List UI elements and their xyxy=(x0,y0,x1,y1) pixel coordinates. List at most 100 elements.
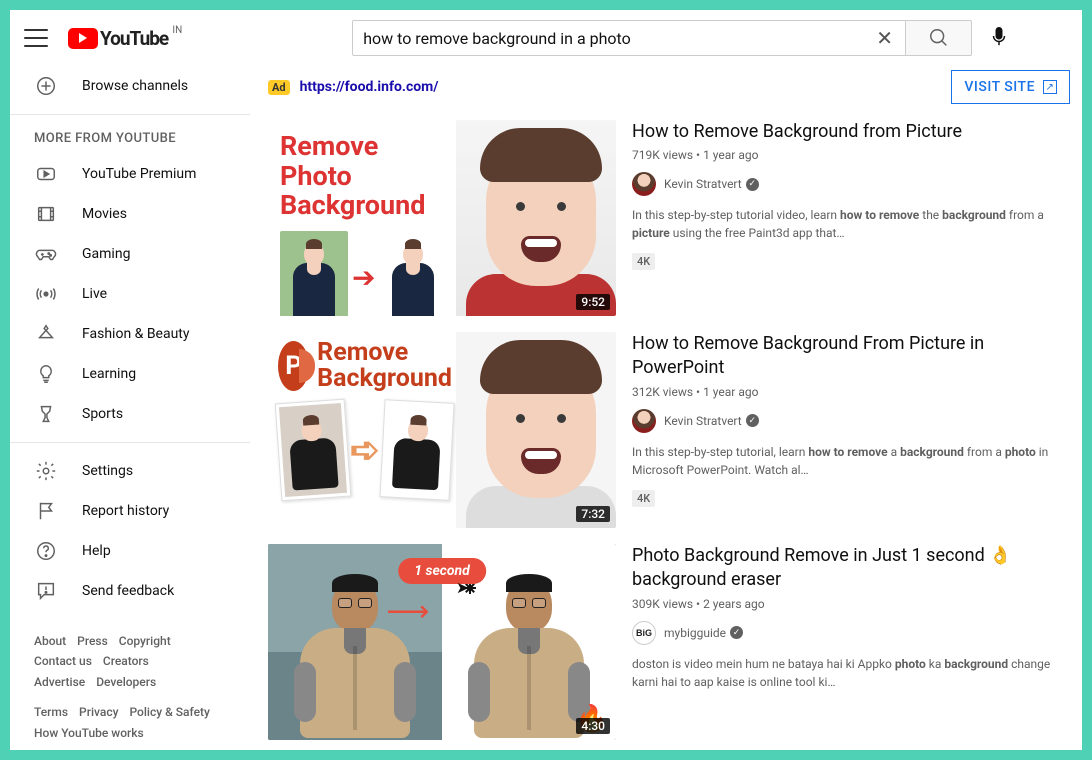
sidebar-item-label: Settings xyxy=(82,463,133,479)
sidebar-item-label: Help xyxy=(82,543,111,559)
channel-name: mybigguide xyxy=(664,626,726,640)
sidebar-browse-channels[interactable]: Browse channels xyxy=(10,66,250,106)
channel-name: Kevin Stratvert xyxy=(664,177,742,191)
thumb-text: Background xyxy=(280,189,426,221)
quality-badge: 4K xyxy=(632,490,655,507)
sidebar-item-label: Learning xyxy=(82,366,136,382)
sidebar-gaming[interactable]: Gaming xyxy=(10,234,250,274)
sidebar-send-feedback[interactable]: Send feedback xyxy=(10,571,250,611)
sidebar-item-label: Fashion & Beauty xyxy=(82,326,190,342)
video-meta: 719K views • 1 year ago xyxy=(632,148,1070,162)
sidebar-live[interactable]: Live xyxy=(10,274,250,314)
footer-link[interactable]: Press xyxy=(77,634,108,648)
sidebar-learning[interactable]: Learning xyxy=(10,354,250,394)
channel-name: Kevin Stratvert xyxy=(664,414,742,428)
sidebar-item-label: Sports xyxy=(82,406,123,422)
video-description: In this step-by-step tutorial video, lea… xyxy=(632,206,1070,242)
search-results-content: Ad https://food.info.com/ VISIT SITE ↗ R… xyxy=(250,66,1082,750)
footer-link[interactable]: Privacy xyxy=(79,705,118,719)
footer-link[interactable]: Developers xyxy=(96,675,156,689)
verified-icon xyxy=(730,626,743,639)
thumb-text: Remove xyxy=(317,338,408,367)
gear-icon xyxy=(34,459,58,483)
sidebar: Browse channels MORE FROM YOUTUBE YouTub… xyxy=(10,66,250,750)
search-input[interactable] xyxy=(352,20,906,56)
channel-row[interactable]: Kevin Stratvert xyxy=(632,172,1070,196)
channel-row[interactable]: BiG mybigguide xyxy=(632,621,1070,645)
footer-link[interactable]: Creators xyxy=(103,654,149,668)
footer-link[interactable]: Terms xyxy=(34,705,68,719)
search-icon xyxy=(928,27,950,49)
sidebar-item-label: Live xyxy=(82,286,107,302)
footer-link[interactable]: Copyright xyxy=(119,634,171,648)
channel-avatar xyxy=(632,172,656,196)
youtube-country-code: IN xyxy=(172,25,182,36)
hamburger-menu-button[interactable] xyxy=(24,26,48,50)
video-thumbnail[interactable]: Remove PhotoBackground ➔ 9:52 xyxy=(268,120,616,316)
sidebar-youtube-premium[interactable]: YouTube Premium xyxy=(10,154,250,194)
video-meta: 309K views • 2 years ago xyxy=(632,597,1070,611)
visit-site-button[interactable]: VISIT SITE ↗ xyxy=(951,70,1070,104)
sidebar-settings[interactable]: Settings xyxy=(10,451,250,491)
learning-icon xyxy=(34,362,58,386)
sidebar-movies[interactable]: Movies xyxy=(10,194,250,234)
youtube-logo[interactable]: YouTube IN xyxy=(68,27,168,50)
search-result: P RemoveBackground ➪ 7:32 xyxy=(268,332,1070,528)
flag-icon xyxy=(34,499,58,523)
sidebar-item-label: Report history xyxy=(82,503,169,519)
thumb-text: Remove Photo xyxy=(280,130,378,192)
footer-link[interactable]: About xyxy=(34,634,66,648)
movies-icon xyxy=(34,202,58,226)
video-title[interactable]: Photo Background Remove in Just 1 second… xyxy=(632,544,1070,593)
sidebar-help[interactable]: Help xyxy=(10,531,250,571)
sidebar-item-label: Gaming xyxy=(82,246,130,262)
sidebar-footer-links: About Press Copyright Contact us Creator… xyxy=(10,619,250,750)
microphone-icon xyxy=(988,25,1010,47)
video-description: In this step-by-step tutorial, learn how… xyxy=(632,443,1070,479)
video-duration: 7:32 xyxy=(576,506,610,522)
youtube-logo-icon xyxy=(68,28,98,49)
sidebar-fashion-beauty[interactable]: Fashion & Beauty xyxy=(10,314,250,354)
feedback-icon xyxy=(34,579,58,603)
visit-site-label: VISIT SITE xyxy=(964,79,1035,95)
footer-link[interactable]: Contact us xyxy=(34,654,92,668)
video-thumbnail[interactable]: 1 second ➤ ⟶ 🔥 4:30 xyxy=(268,544,616,740)
sidebar-item-label: Send feedback xyxy=(82,583,174,599)
search-result: Remove PhotoBackground ➔ 9:52 How to Rem… xyxy=(268,120,1070,316)
sidebar-item-label: Movies xyxy=(82,206,127,222)
ad-row: Ad https://food.info.com/ VISIT SITE ↗ xyxy=(250,66,1070,120)
youtube-logo-text: YouTube xyxy=(100,27,168,50)
search-button[interactable] xyxy=(906,20,972,56)
video-thumbnail[interactable]: P RemoveBackground ➪ 7:32 xyxy=(268,332,616,528)
channel-row[interactable]: Kevin Stratvert xyxy=(632,409,1070,433)
sidebar-section-heading: MORE FROM YOUTUBE xyxy=(10,123,250,154)
channel-avatar: BiG xyxy=(632,621,656,645)
search-clear-button[interactable]: ✕ xyxy=(876,26,896,50)
voice-search-button[interactable] xyxy=(988,25,1010,51)
footer-link[interactable]: Advertise xyxy=(34,675,85,689)
sidebar-item-label: Browse channels xyxy=(82,78,188,94)
ad-url-link[interactable]: https://food.info.com/ xyxy=(300,79,439,95)
footer-link[interactable]: How YouTube works xyxy=(34,726,144,740)
verified-icon xyxy=(746,414,759,427)
channel-avatar xyxy=(632,409,656,433)
sidebar-report-history[interactable]: Report history xyxy=(10,491,250,531)
sidebar-item-label: YouTube Premium xyxy=(82,166,196,182)
video-description: doston is video mein hum ne bataya hai k… xyxy=(632,655,1070,691)
live-icon xyxy=(34,282,58,306)
ad-badge: Ad xyxy=(268,80,290,95)
fashion-icon xyxy=(34,322,58,346)
footer-link[interactable]: Policy & Safety xyxy=(129,705,209,719)
video-duration: 4:30 xyxy=(576,718,610,734)
verified-icon xyxy=(746,178,759,191)
video-title[interactable]: How to Remove Background From Picture in… xyxy=(632,332,1070,381)
video-meta: 312K views • 1 year ago xyxy=(632,385,1070,399)
external-link-icon: ↗ xyxy=(1043,80,1057,94)
youtube-premium-icon xyxy=(34,162,58,186)
quality-badge: 4K xyxy=(632,253,655,270)
help-icon xyxy=(34,539,58,563)
sidebar-sports[interactable]: Sports xyxy=(10,394,250,434)
search-result: 1 second ➤ ⟶ 🔥 4:30 Photo Background Rem… xyxy=(268,544,1070,740)
thumb-badge: 1 second xyxy=(398,558,486,584)
video-title[interactable]: How to Remove Background from Picture xyxy=(632,120,1070,144)
